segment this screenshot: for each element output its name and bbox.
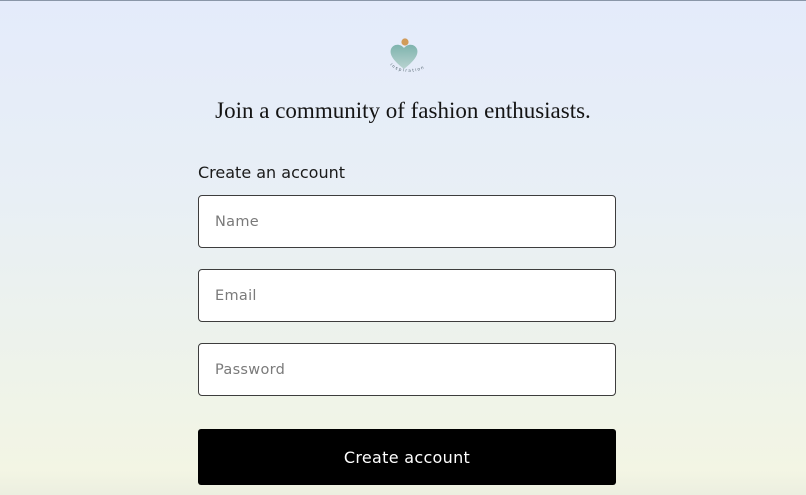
brand-logo: inspiration (386, 35, 432, 81)
create-account-button[interactable]: Create account (198, 429, 616, 485)
signup-form: Create an account Create account (198, 161, 616, 485)
logo-dot (401, 38, 409, 46)
name-input[interactable] (198, 195, 616, 248)
form-title: Create an account (198, 163, 346, 182)
heart-logo-icon: inspiration (389, 38, 424, 73)
password-input[interactable] (198, 343, 616, 396)
email-input[interactable] (198, 269, 616, 322)
page-heading: Join a community of fashion enthusiasts. (215, 98, 591, 123)
